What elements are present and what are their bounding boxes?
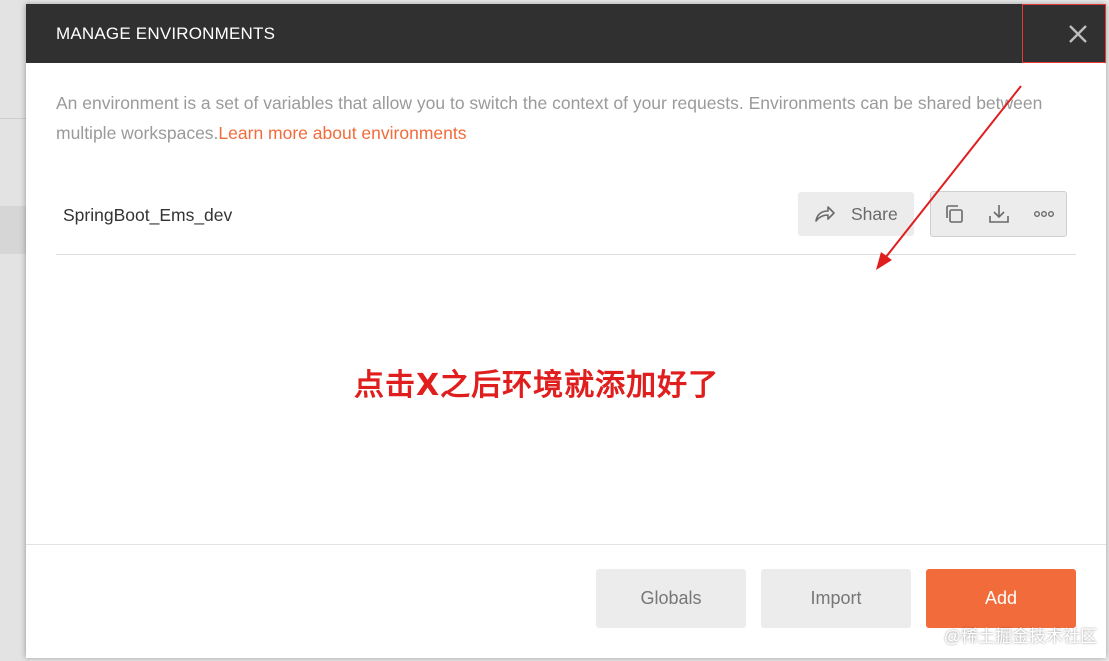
modal-description: An environment is a set of variables tha… [56,88,1066,148]
share-button[interactable]: Share [798,192,914,236]
description-text: An environment is a set of variables tha… [56,93,1043,143]
share-arrow-icon [815,206,835,222]
modal-title: MANAGE ENVIRONMENTS [56,24,276,43]
close-button[interactable] [1022,4,1106,63]
learn-more-link[interactable]: Learn more about environments [218,123,466,143]
watermark: @稀土掘金技术社区 [943,627,1097,646]
add-button[interactable]: Add [926,569,1076,628]
globals-button[interactable]: Globals [596,569,746,628]
modal-header: MANAGE ENVIRONMENTS [26,4,1106,63]
import-button[interactable]: Import [761,569,911,628]
more-options-button[interactable] [1021,192,1066,236]
close-icon [1069,25,1087,43]
annotation-text: 点击X之后环境就添加好了 [354,368,720,403]
manage-environments-modal: MANAGE ENVIRONMENTS An environment is a … [26,4,1106,658]
download-icon [989,205,1009,223]
environment-row[interactable]: SpringBoot_Ems_dev Share [56,190,1076,255]
duplicate-icon [946,205,963,223]
environment-name[interactable]: SpringBoot_Ems_dev [63,205,232,226]
more-options-icon [1034,210,1054,217]
share-label: Share [851,204,898,224]
environment-actions [930,191,1067,237]
duplicate-button[interactable] [931,192,976,236]
download-button[interactable] [976,192,1021,236]
